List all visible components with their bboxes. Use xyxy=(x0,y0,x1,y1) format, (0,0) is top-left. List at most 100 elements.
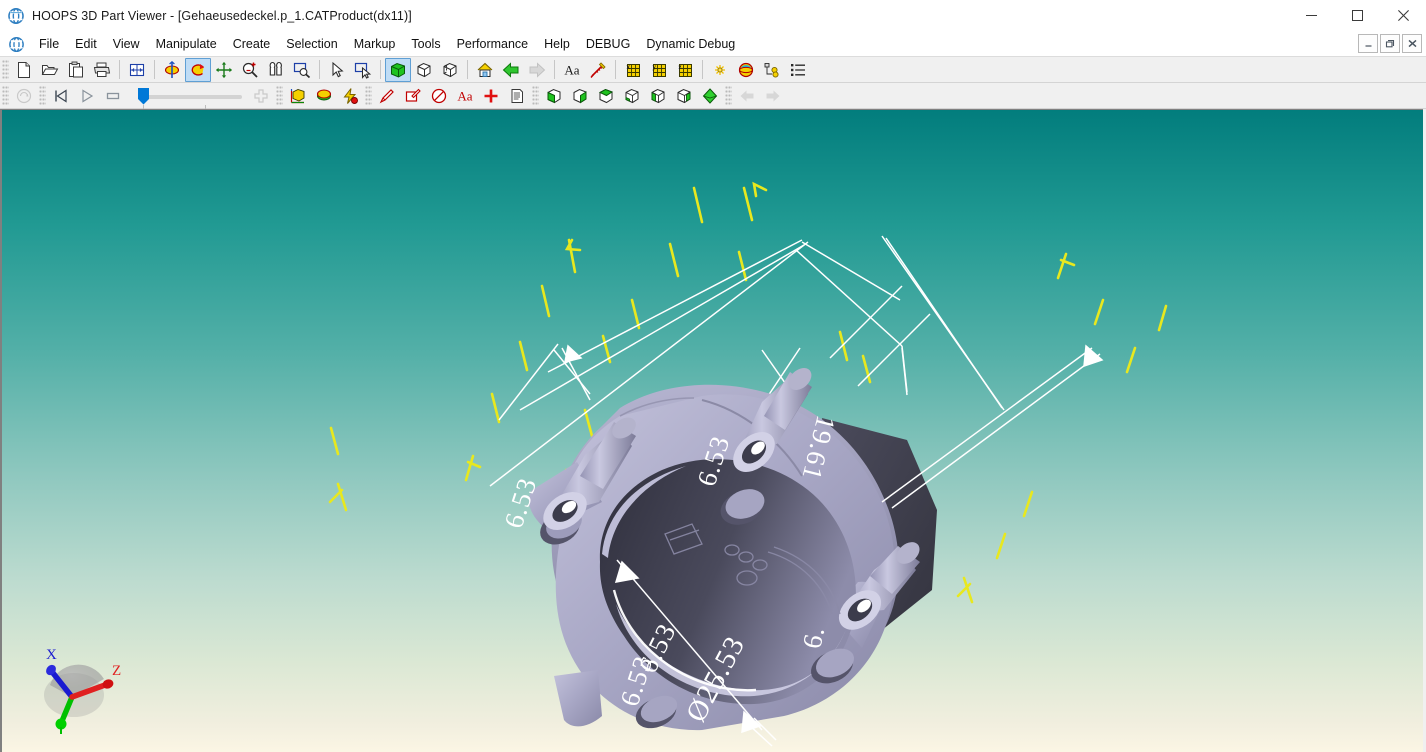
cutting-plane-y-icon[interactable]: y xyxy=(646,58,672,82)
slider-track[interactable] xyxy=(144,94,242,99)
structure-tree-icon[interactable] xyxy=(759,58,785,82)
hidden-line-mode-icon[interactable] xyxy=(437,58,463,82)
cutting-plane-x-icon[interactable]: x xyxy=(620,58,646,82)
window-close-button[interactable] xyxy=(1380,0,1426,31)
toolbar-separator xyxy=(380,60,381,79)
toolbar-separator xyxy=(702,60,703,79)
menu-item-performance[interactable]: Performance xyxy=(449,35,537,53)
menu-item-markup[interactable]: Markup xyxy=(346,35,404,53)
markup-note-icon[interactable] xyxy=(504,84,530,108)
view-back-icon[interactable] xyxy=(567,84,593,108)
performance-icon[interactable] xyxy=(337,84,363,108)
toolbar-grip[interactable] xyxy=(532,86,539,105)
menu-item-dynamic-debug[interactable]: Dynamic Debug xyxy=(638,35,743,53)
animation-icon[interactable] xyxy=(11,84,37,108)
toolbar-grip[interactable] xyxy=(2,60,9,79)
title-bar: HOOPS 3D Part Viewer - [Gehaeusedeckel.p… xyxy=(0,0,1426,32)
view-top-icon[interactable] xyxy=(593,84,619,108)
markup-circle-icon[interactable] xyxy=(426,84,452,108)
menu-item-help[interactable]: Help xyxy=(536,35,578,53)
slider-tick xyxy=(143,104,144,109)
toolbar-grip[interactable] xyxy=(39,86,46,105)
toolbar-separator xyxy=(615,60,616,79)
add-keyframe-icon[interactable] xyxy=(248,84,274,108)
animation-timeline-slider[interactable] xyxy=(132,86,242,109)
new-file-icon[interactable] xyxy=(11,58,37,82)
menu-item-view[interactable]: View xyxy=(105,35,148,53)
text-annotation-icon[interactable]: Aa xyxy=(559,58,585,82)
markup-text-icon[interactable]: Aa xyxy=(452,84,478,108)
zoom-window-icon[interactable] xyxy=(289,58,315,82)
view-right-icon[interactable] xyxy=(671,84,697,108)
light-point-icon[interactable] xyxy=(707,58,733,82)
orbit-free-icon[interactable] xyxy=(185,57,211,82)
environment-icon[interactable] xyxy=(733,58,759,82)
step-forward-icon[interactable] xyxy=(760,84,786,108)
select-pointer-icon[interactable] xyxy=(324,58,350,82)
paste-icon[interactable] xyxy=(63,58,89,82)
step-back-icon[interactable] xyxy=(734,84,760,108)
pan-icon[interactable] xyxy=(211,58,237,82)
toolbar-separator xyxy=(467,60,468,79)
wireframe-mode-icon[interactable] xyxy=(411,58,437,82)
menu-item-debug[interactable]: DEBUG xyxy=(578,35,638,53)
menu-item-selection[interactable]: Selection xyxy=(278,35,345,53)
menu-item-file[interactable]: File xyxy=(31,35,67,53)
lighting-icon[interactable] xyxy=(311,84,337,108)
svg-text:Aa: Aa xyxy=(564,62,579,77)
shaded-mode-icon[interactable] xyxy=(385,57,411,82)
toolbar-container: Aa x y z Aa xyxy=(0,56,1426,109)
open-file-icon[interactable] xyxy=(37,58,63,82)
animation-toolbar: Aa xyxy=(0,83,1426,109)
view-left-icon[interactable] xyxy=(645,84,671,108)
toolbar-grip[interactable] xyxy=(2,86,9,105)
toolbar-separator xyxy=(319,60,320,79)
menu-item-manipulate[interactable]: Manipulate xyxy=(148,35,225,53)
toolbar-grip[interactable] xyxy=(725,86,732,105)
mdi-minimize-button[interactable] xyxy=(1358,34,1378,53)
mdi-close-button[interactable] xyxy=(1402,34,1422,53)
play-icon[interactable] xyxy=(74,84,100,108)
zoom-icon[interactable] xyxy=(237,58,263,82)
markup-cross-icon[interactable] xyxy=(478,84,504,108)
mdi-restore-button[interactable] xyxy=(1380,34,1400,53)
window-title: HOOPS 3D Part Viewer - [Gehaeusedeckel.p… xyxy=(32,8,412,23)
previous-view-icon[interactable] xyxy=(498,58,524,82)
toolbar-separator xyxy=(554,60,555,79)
menu-item-create[interactable]: Create xyxy=(225,35,279,53)
list-view-icon[interactable] xyxy=(785,58,811,82)
fit-window-icon[interactable] xyxy=(124,58,150,82)
toolbar-grip[interactable] xyxy=(365,86,372,105)
walk-icon[interactable] xyxy=(263,58,289,82)
toolbar-separator xyxy=(119,60,120,79)
viewport-frame: 6.53 6.53 19.61 6.53 6.53 Ø25.53 6. X Z xyxy=(0,109,1426,752)
view-bottom-icon[interactable] xyxy=(619,84,645,108)
markup-freehand-icon[interactable] xyxy=(374,84,400,108)
application-window: HOOPS 3D Part Viewer - [Gehaeusedeckel.p… xyxy=(0,0,1426,752)
axis-label-z: Z xyxy=(112,663,121,679)
measure-icon[interactable] xyxy=(585,58,611,82)
menu-bar: File Edit View Manipulate Create Selecti… xyxy=(0,32,1426,56)
svg-text:y: y xyxy=(653,63,657,71)
orbit-turntable-icon[interactable] xyxy=(159,58,185,82)
window-maximize-button[interactable] xyxy=(1334,0,1380,31)
axis-label-x: X xyxy=(46,647,57,663)
toolbar-grip[interactable] xyxy=(276,86,283,105)
select-area-icon[interactable] xyxy=(350,58,376,82)
markup-rectangle-icon[interactable] xyxy=(400,84,426,108)
slider-thumb[interactable] xyxy=(138,87,149,105)
next-view-icon[interactable] xyxy=(524,58,550,82)
window-minimize-button[interactable] xyxy=(1288,0,1334,31)
print-icon[interactable] xyxy=(89,58,115,82)
menu-item-edit[interactable]: Edit xyxy=(67,35,105,53)
stop-icon[interactable] xyxy=(100,84,126,108)
svg-text:x: x xyxy=(627,63,631,71)
axis-triad-icon[interactable] xyxy=(285,84,311,108)
model-viewport[interactable]: 6.53 6.53 19.61 6.53 6.53 Ø25.53 6. X Z xyxy=(2,110,1425,752)
home-view-icon[interactable] xyxy=(472,58,498,82)
rewind-icon[interactable] xyxy=(48,84,74,108)
view-front-icon[interactable] xyxy=(541,84,567,108)
view-iso-icon[interactable] xyxy=(697,84,723,108)
menu-item-tools[interactable]: Tools xyxy=(403,35,448,53)
cutting-plane-z-icon[interactable]: z xyxy=(672,58,698,82)
